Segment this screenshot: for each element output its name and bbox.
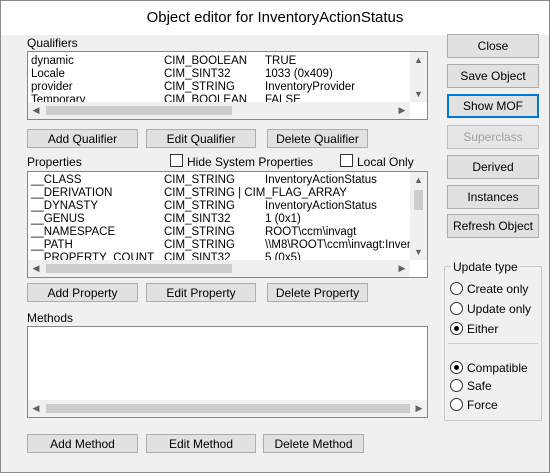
radio-create-only-label: Create only — [467, 282, 529, 296]
delete-property-button[interactable]: Delete Property — [267, 283, 368, 302]
add-qualifier-button[interactable]: Add Qualifier — [27, 129, 138, 148]
local-only-label: Local Only — [357, 155, 414, 169]
hide-system-properties-checkbox[interactable] — [170, 154, 183, 167]
scroll-right-icon[interactable]: ▶ — [394, 102, 410, 119]
radio-either-label: Either — [467, 322, 499, 336]
methods-label: Methods — [27, 311, 74, 325]
scroll-right-icon[interactable]: ▶ — [411, 400, 427, 417]
radio-either[interactable] — [450, 322, 463, 335]
add-property-button[interactable]: Add Property — [27, 283, 138, 302]
radio-compatible[interactable] — [450, 361, 463, 374]
window-title: Object editor for InventoryActionStatus — [1, 1, 549, 35]
table-row[interactable]: __NAMESPACE CIM_STRING ROOT\ccm\invagt — [28, 226, 412, 239]
scroll-thumb[interactable] — [46, 264, 232, 273]
table-row[interactable]: Locale CIM_SINT32 1033 (0x409) — [28, 68, 412, 81]
scroll-left-icon[interactable]: ◀ — [28, 102, 44, 119]
qualifiers-vscrollbar[interactable]: ▲ ▼ — [410, 52, 427, 102]
radio-update-only-label: Update only — [467, 302, 532, 316]
scroll-right-icon[interactable]: ▶ — [394, 260, 410, 277]
methods-list[interactable]: ◀ ▶ — [27, 326, 428, 418]
table-row[interactable]: __DERIVATION CIM_STRING | CIM_FLAG_ARRAY — [28, 187, 412, 200]
update-type-label: Update type — [451, 260, 520, 274]
local-only-checkbox[interactable] — [340, 154, 353, 167]
scroll-thumb[interactable] — [46, 404, 410, 413]
scroll-thumb[interactable] — [46, 106, 232, 115]
scroll-up-icon[interactable]: ▲ — [410, 172, 427, 188]
methods-hscrollbar[interactable]: ◀ ▶ — [28, 400, 427, 417]
table-row[interactable]: __GENUS CIM_SINT32 1 (0x1) — [28, 213, 412, 226]
save-object-button[interactable]: Save Object — [447, 64, 539, 88]
radio-safe[interactable] — [450, 379, 463, 392]
radio-safe-label: Safe — [467, 379, 492, 393]
edit-qualifier-button[interactable]: Edit Qualifier — [146, 129, 256, 148]
superclass-button[interactable]: Superclass — [447, 125, 539, 149]
instances-button[interactable]: Instances — [447, 185, 539, 209]
scroll-up-icon[interactable]: ▲ — [410, 52, 427, 68]
radio-create-only[interactable] — [450, 282, 463, 295]
radio-update-only[interactable] — [450, 302, 463, 315]
table-row[interactable]: __DYNASTY CIM_STRING InventoryActionStat… — [28, 200, 412, 213]
delete-qualifier-button[interactable]: Delete Qualifier — [267, 129, 368, 148]
properties-label: Properties — [27, 155, 82, 169]
group-separator — [448, 343, 538, 344]
scroll-down-icon[interactable]: ▼ — [410, 86, 427, 102]
edit-property-button[interactable]: Edit Property — [146, 283, 256, 302]
scroll-left-icon[interactable]: ◀ — [28, 400, 44, 417]
edit-method-button[interactable]: Edit Method — [146, 434, 256, 453]
qualifiers-hscrollbar[interactable]: ◀ ▶ — [28, 102, 410, 119]
object-editor-window: Object editor for InventoryActionStatus … — [0, 0, 550, 473]
table-row[interactable]: dynamic CIM_BOOLEAN TRUE — [28, 55, 412, 68]
qualifiers-list[interactable]: dynamic CIM_BOOLEAN TRUE Locale CIM_SINT… — [27, 51, 428, 120]
table-row[interactable]: __PATH CIM_STRING \\M8\ROOT\ccm\invagt:I… — [28, 239, 412, 252]
refresh-object-button[interactable]: Refresh Object — [447, 214, 539, 238]
table-row[interactable]: provider CIM_STRING InventoryProvider — [28, 81, 412, 94]
derived-button[interactable]: Derived — [447, 155, 539, 179]
scroll-down-icon[interactable]: ▼ — [410, 244, 427, 260]
show-mof-button[interactable]: Show MOF — [447, 94, 539, 118]
radio-force-label: Force — [467, 398, 498, 412]
add-method-button[interactable]: Add Method — [27, 434, 138, 453]
properties-list[interactable]: __CLASS CIM_STRING InventoryActionStatus… — [27, 171, 428, 278]
radio-compatible-label: Compatible — [467, 361, 528, 375]
qualifiers-label: Qualifiers — [27, 36, 78, 50]
hide-system-properties-label: Hide System Properties — [187, 155, 314, 169]
close-button[interactable]: Close — [447, 34, 539, 58]
scroll-left-icon[interactable]: ◀ — [28, 260, 44, 277]
properties-vscrollbar[interactable]: ▲ ▼ — [410, 172, 427, 260]
table-row[interactable]: __CLASS CIM_STRING InventoryActionStatus — [28, 174, 412, 187]
delete-method-button[interactable]: Delete Method — [263, 434, 364, 453]
scroll-thumb[interactable] — [414, 190, 423, 210]
properties-hscrollbar[interactable]: ◀ ▶ — [28, 260, 410, 277]
radio-force[interactable] — [450, 398, 463, 411]
